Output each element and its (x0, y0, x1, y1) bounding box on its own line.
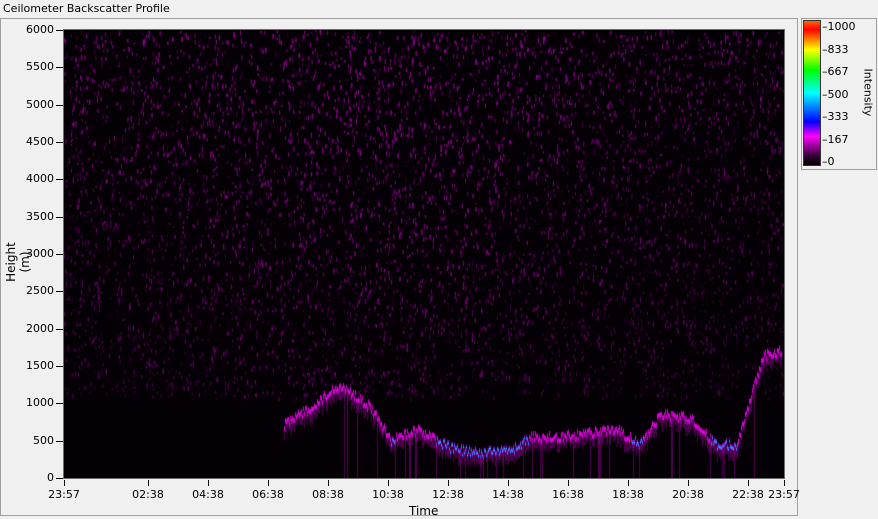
y-tick-mark (56, 328, 63, 330)
x-tick-mark (688, 480, 689, 486)
y-tick-mark (56, 142, 63, 143)
y-tick-mark (56, 478, 63, 479)
y-tick-mark (56, 291, 63, 293)
x-tick-label: 12:38 (432, 488, 464, 501)
x-tick-label: 14:38 (492, 488, 524, 501)
x-tick-label: 10:38 (372, 488, 404, 501)
colorbar-tick-label: –667 (822, 65, 849, 78)
x-tick-mark (568, 480, 569, 486)
y-tick-mark (56, 30, 63, 31)
x-tick-mark (784, 480, 785, 486)
colorbar-tick-label: –0 (822, 155, 835, 168)
y-tick-mark (56, 403, 63, 405)
y-tick-label: 6000 (26, 23, 54, 36)
x-tick-mark (388, 480, 389, 486)
colorbar-tick-label: –167 (822, 132, 849, 146)
x-tick-mark (508, 480, 509, 486)
x-tick-label: 20:38 (672, 488, 704, 501)
colorbar-tick-label: –1000 (822, 20, 856, 33)
y-tick-label: 4000 (26, 172, 54, 186)
x-tick-label: 08:38 (312, 488, 344, 501)
x-tick-label: 04:38 (192, 488, 224, 501)
x-tick-mark (268, 480, 269, 486)
x-tick-label: 02:38 (132, 488, 164, 501)
x-tick-label: 06:38 (252, 488, 284, 501)
y-tick-mark (56, 254, 63, 255)
x-tick-mark (148, 480, 149, 486)
x-tick-mark (208, 480, 209, 486)
x-tick-mark (64, 480, 65, 486)
y-tick-mark (56, 104, 63, 106)
y-tick-label: 500 (33, 433, 54, 447)
colorbar-tick-label: –833 (822, 42, 849, 56)
y-tick-label: 1500 (26, 359, 54, 372)
x-tick-mark (328, 480, 329, 486)
x-tick-mark (448, 480, 449, 486)
x-tick-mark (748, 480, 749, 486)
colorbar-tick-label: –333 (822, 110, 849, 123)
y-tick-label: 5500 (26, 60, 54, 74)
x-tick-mark (628, 480, 629, 486)
y-tick-label: 5000 (26, 97, 54, 111)
chart-title: Ceilometer Backscatter Profile (3, 2, 170, 15)
x-axis-label: Time (409, 504, 439, 518)
y-tick-mark (56, 179, 63, 181)
y-axis-label: Height (m) (4, 242, 32, 282)
y-tick-mark (56, 216, 63, 218)
colorbar-label: Intensity (861, 68, 875, 117)
x-tick-label: 16:38 (552, 488, 584, 501)
x-tick-label: 23:57 (48, 488, 80, 501)
y-tick-mark (56, 440, 63, 442)
x-tick-label: 23:57 (768, 488, 800, 501)
colorbar (803, 20, 821, 166)
y-tick-label: 3500 (26, 209, 54, 223)
backscatter-heatmap[interactable] (64, 30, 784, 478)
y-tick-mark (56, 67, 63, 69)
colorbar-tick-label: –500 (822, 87, 849, 101)
y-tick-label: 0 (47, 471, 54, 484)
y-tick-mark (56, 366, 63, 367)
y-tick-label: 1000 (26, 396, 54, 410)
x-tick-label: 18:38 (612, 488, 644, 501)
y-tick-label: 2000 (26, 321, 54, 335)
y-tick-label: 4500 (26, 135, 54, 148)
